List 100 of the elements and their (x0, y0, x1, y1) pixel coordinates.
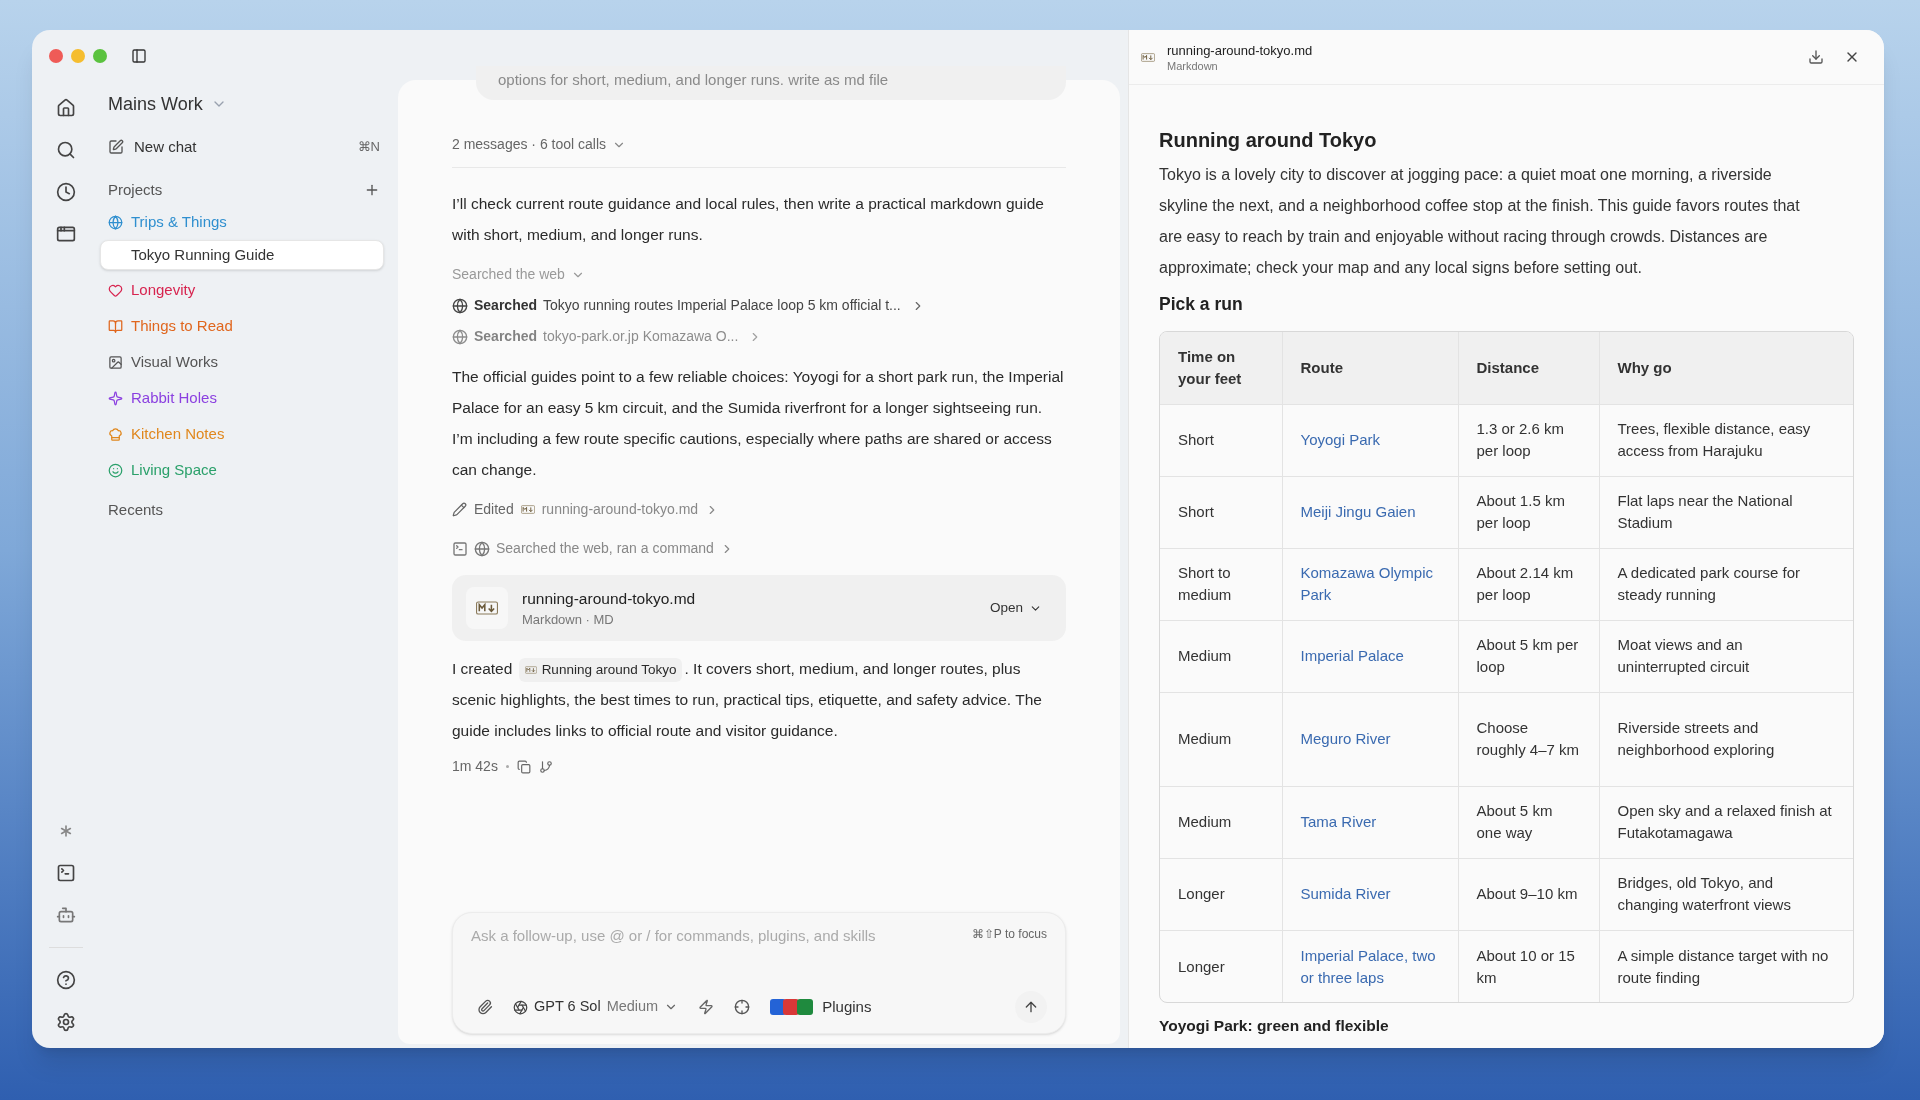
robot-icon[interactable] (56, 905, 76, 925)
project-label: Longevity (131, 279, 196, 300)
project-icon (108, 426, 123, 442)
clock-icon[interactable] (56, 182, 76, 202)
markdown-icon (476, 601, 498, 615)
search-verb: Searched (474, 296, 538, 315)
file-name: running-around-tokyo.md (522, 588, 697, 609)
section-label: Recents (108, 501, 164, 518)
compose-icon (108, 139, 124, 155)
project-label: Visual Works (131, 351, 218, 372)
plugins-icon (770, 998, 815, 1016)
house-icon[interactable] (56, 98, 76, 118)
table-cell: Choose roughly 4–7 km (1458, 692, 1599, 787)
route-link[interactable]: Meguro River (1300, 728, 1440, 751)
close-window-button[interactable] (49, 49, 63, 63)
crosshair-icon[interactable] (734, 999, 751, 1015)
new-chat-button[interactable]: New chat ⌘N (100, 130, 384, 164)
chat-item[interactable]: Tokyo Running Guide (100, 240, 384, 270)
summary-toggle[interactable]: 2 messages · 6 tool calls (452, 134, 1066, 168)
table-cell: Riverside streets and neighborhood exploring (1599, 692, 1853, 787)
globe-icon (452, 328, 468, 345)
search-icon[interactable] (56, 140, 76, 160)
project-item[interactable]: Living Space (100, 452, 384, 488)
table-cell: About 1.5 km per loop (1458, 476, 1599, 549)
document-title: Running around Tokyo (1159, 128, 1378, 153)
section-heading: Yoyogi Park: green and flexible (1159, 1017, 1390, 1036)
open-button[interactable]: Open (979, 593, 1052, 623)
search-verb: Searched (474, 327, 538, 346)
activity-row[interactable]: Searched the web, ran a command (452, 538, 1066, 559)
window-icon[interactable] (56, 224, 76, 244)
route-link[interactable]: Imperial Palace (1300, 645, 1440, 668)
table-cell: Short to medium (1160, 548, 1282, 621)
project-icon (108, 462, 123, 478)
column-header: Why go (1599, 332, 1853, 405)
terminal-icon[interactable] (56, 863, 76, 883)
table-cell: About 10 or 15 km (1458, 930, 1599, 1003)
route-link[interactable]: Komazawa Olympic Park (1300, 562, 1440, 607)
project-item[interactable]: Things to Read (100, 308, 384, 344)
project-label: Kitchen Notes (131, 423, 225, 444)
file-chip[interactable]: Running around Tokyo (518, 658, 683, 682)
table-cell: About 5 km one way (1458, 786, 1599, 859)
branch-icon[interactable] (538, 759, 553, 774)
send-button[interactable] (1015, 991, 1047, 1023)
download-icon[interactable] (1808, 49, 1824, 65)
message-input[interactable]: Ask a follow-up, use @ or / for commands, plugins, and skills (471, 925, 964, 948)
project-label: Rabbit Holes (131, 387, 217, 408)
table-cell: Medium (1160, 620, 1282, 693)
workspace-name[interactable]: Mains Work (108, 90, 203, 118)
search-row[interactable]: Searched Tokyo running routes Imperial Palace loop 5 km official t... (452, 295, 1066, 316)
table-cell: A simple distance target with no route finding (1599, 930, 1853, 1003)
route-link[interactable]: Imperial Palace, two or three laps (1300, 944, 1440, 989)
column-header: Route (1282, 332, 1458, 405)
markdown-icon (524, 666, 537, 674)
response-duration: 1m 42s (452, 757, 498, 776)
project-item[interactable]: Rabbit Holes (100, 380, 384, 416)
project-item[interactable]: Trips & Things (100, 204, 384, 240)
copy-icon[interactable] (516, 759, 531, 774)
project-icon (108, 390, 123, 406)
table-cell: About 2.14 km per loop (1458, 548, 1599, 621)
terminal-icon (452, 540, 468, 557)
lightning-icon[interactable] (698, 999, 715, 1015)
sidebar-toggle-icon[interactable] (131, 48, 147, 64)
pencil-icon (452, 502, 467, 517)
project-item[interactable]: Visual Works (100, 344, 384, 380)
help-icon[interactable] (56, 970, 76, 990)
search-row[interactable]: Searched tokyo-park.or.jp Komazawa O... (452, 326, 1066, 347)
table-cell: About 9–10 km (1458, 858, 1599, 931)
search-query: Tokyo running routes Imperial Palace loop 5 km official t... (543, 296, 901, 315)
route-link[interactable]: Yoyogi Park (1300, 429, 1440, 452)
table-cell: Short (1160, 476, 1282, 549)
table-cell: About 5 km per loop (1458, 620, 1599, 693)
table-cell: Longer (1160, 858, 1282, 931)
settings-icon[interactable] (56, 1012, 76, 1032)
route-link[interactable]: Meiji Jingu Gaien (1300, 501, 1440, 524)
table-cell: Moat views and an uninterrupted circuit (1599, 620, 1853, 693)
plugins-button[interactable]: Plugins (770, 995, 872, 1019)
model-selector[interactable]: GPT 6 Sol Medium (513, 996, 679, 1018)
table-cell: Bridges, old Tokyo, and changing waterfront views (1599, 858, 1853, 931)
project-item[interactable]: Longevity (100, 272, 384, 308)
project-icon (108, 214, 123, 230)
document-filename: running-around-tokyo.md (1167, 41, 1314, 59)
search-group-toggle[interactable]: Searched the web (452, 264, 1066, 285)
table-cell: Flat laps near the National Stadium (1599, 476, 1853, 549)
message-text: The official guides point to a few reliable choices: Yoyogi for a short park run, the Imperial Palace for an easy 5 km circuit, and the Sumida riverfront for a longer sightseeing run. I’m including a few route specific cautions, especially where paths are shared or access can change. (452, 367, 1065, 480)
table-cell: Medium (1160, 692, 1282, 787)
file-meta: Markdown · MD (522, 610, 615, 629)
project-icon (108, 282, 123, 298)
attach-icon[interactable] (477, 999, 493, 1015)
markdown-icon (520, 505, 535, 514)
section-label: Projects (108, 179, 164, 200)
globe-icon (452, 297, 468, 314)
route-link[interactable]: Sumida River (1300, 883, 1440, 906)
table-cell: 1.3 or 2.6 km per loop (1458, 404, 1599, 477)
table-cell: Longer (1160, 930, 1282, 1003)
project-label: Trips & Things (131, 211, 227, 232)
route-link[interactable]: Tama River (1300, 811, 1440, 834)
table-cell: Medium (1160, 786, 1282, 859)
edit-row[interactable]: Edited running-around-tokyo.md (452, 499, 1066, 520)
add-icon[interactable] (364, 182, 380, 198)
file-card[interactable]: running-around-tokyo.md Markdown · MD Open (452, 575, 1066, 641)
